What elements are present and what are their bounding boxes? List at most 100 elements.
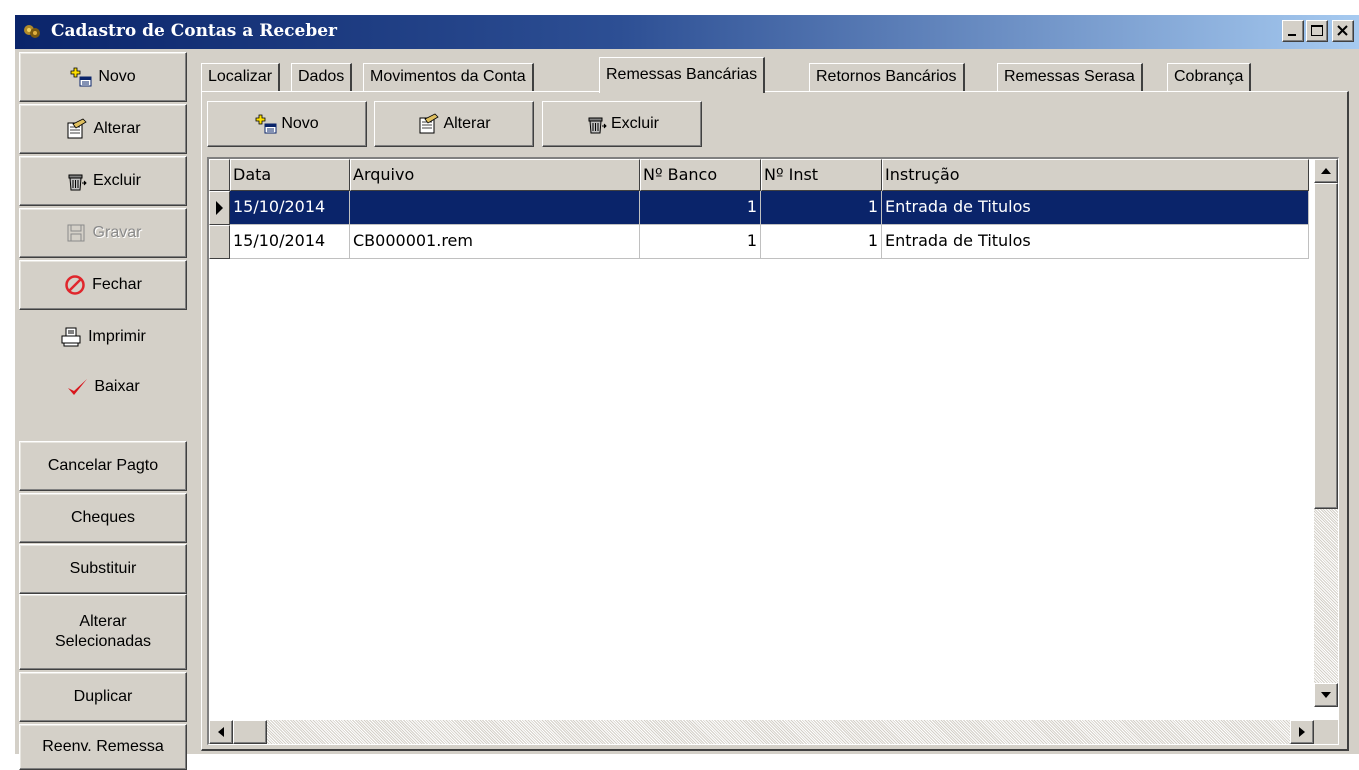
window-title: Cadastro de Contas a Receber <box>51 21 337 41</box>
cell-arquivo[interactable]: CB000001.rem <box>350 225 640 259</box>
tab-remessas-bancarias[interactable]: Remessas Bancárias <box>599 57 766 93</box>
alterar-selecionadas-label: Alterar Selecionadas <box>54 613 152 650</box>
cell-inst[interactable]: 1 <box>761 191 882 225</box>
cell-data[interactable]: 15/10/2014 <box>230 225 350 259</box>
fechar-label: Fechar <box>92 276 142 293</box>
remessas-panel: Novo Alterar Excluir Data Arquivo Nº Ban… <box>201 91 1349 751</box>
tab-cobranca[interactable]: Cobrança <box>1167 63 1252 91</box>
reenv-remessa-label: Reenv. Remessa <box>42 738 164 755</box>
toolbar-excluir-label: Excluir <box>610 115 659 132</box>
remessas-grid: Data Arquivo Nº Banco Nº Inst Instrução … <box>207 157 1339 745</box>
excluir-label: Excluir <box>92 172 141 189</box>
close-icon <box>1337 25 1348 36</box>
scroll-left-button[interactable] <box>209 720 233 744</box>
header-arquivo[interactable]: Arquivo <box>350 159 640 191</box>
alterar-selecionadas-button[interactable]: Alterar Selecionadas <box>19 594 187 670</box>
reenv-remessa-button[interactable]: Reenv. Remessa <box>19 724 187 770</box>
save-icon <box>67 224 85 242</box>
horizontal-scroll-thumb[interactable] <box>233 720 267 744</box>
scroll-up-button[interactable] <box>1314 159 1338 183</box>
arrow-left-icon <box>218 727 224 737</box>
horizontal-scrollbar[interactable] <box>209 720 1314 744</box>
toolbar-alterar-button[interactable]: Alterar <box>374 101 534 147</box>
scroll-corner <box>1314 720 1338 744</box>
current-row-arrow-icon <box>216 201 223 215</box>
novo-label: Novo <box>98 68 136 85</box>
tab-label: Retornos Bancários <box>816 68 957 85</box>
maximize-icon <box>1311 25 1323 36</box>
substituir-button[interactable]: Substituir <box>19 544 187 594</box>
toolbar-excluir-button[interactable]: Excluir <box>542 101 702 147</box>
alterar-label: Alterar <box>93 120 141 137</box>
maximize-button[interactable] <box>1306 20 1328 42</box>
novo-button[interactable]: Novo <box>19 52 187 102</box>
cell-instrucao[interactable]: Entrada de Titulos <box>882 191 1309 225</box>
scroll-down-button[interactable] <box>1314 683 1338 707</box>
app-icon <box>24 25 40 38</box>
imprimir-label: Imprimir <box>88 328 146 345</box>
cell-banco[interactable]: 1 <box>640 225 761 259</box>
title-bar[interactable]: Cadastro de Contas a Receber <box>15 15 1359 49</box>
header-inst[interactable]: Nº Inst <box>761 159 882 191</box>
cell-arquivo[interactable] <box>350 191 640 225</box>
header-data[interactable]: Data <box>230 159 350 191</box>
edit-doc-icon <box>419 113 440 134</box>
fechar-button[interactable]: Fechar <box>19 260 187 310</box>
vertical-scroll-track[interactable] <box>1314 183 1338 683</box>
new-doc-icon <box>70 67 92 87</box>
row-indicator <box>209 191 230 225</box>
duplicar-label: Duplicar <box>73 688 133 705</box>
cancelar-pagto-label: Cancelar Pagto <box>47 457 159 474</box>
new-doc-icon <box>255 114 277 134</box>
cell-banco[interactable]: 1 <box>640 191 761 225</box>
trash-icon <box>68 174 87 191</box>
action-sidebar: Novo Alterar Excluir Gravar Fechar Impri… <box>15 52 190 770</box>
vertical-scrollbar[interactable] <box>1314 159 1338 707</box>
minimize-button[interactable] <box>1282 20 1304 42</box>
header-instrucao[interactable]: Instrução <box>882 159 1309 191</box>
tab-label: Dados <box>298 68 345 85</box>
gravar-label: Gravar <box>92 224 142 241</box>
no-entry-icon <box>65 275 85 295</box>
printer-icon <box>61 327 81 347</box>
edit-doc-icon <box>67 118 88 139</box>
vertical-scroll-thumb[interactable] <box>1314 183 1338 509</box>
gravar-button[interactable]: Gravar <box>19 208 187 258</box>
horizontal-scroll-track[interactable] <box>233 720 1290 744</box>
duplicar-button[interactable]: Duplicar <box>19 672 187 722</box>
minimize-icon <box>1288 34 1296 36</box>
close-button[interactable] <box>1332 20 1354 42</box>
toolbar-novo-label: Novo <box>281 115 319 132</box>
tab-retornos-bancarios[interactable]: Retornos Bancários <box>809 63 965 91</box>
trash-icon <box>588 117 607 134</box>
tab-localizar[interactable]: Localizar <box>201 63 281 91</box>
excluir-button[interactable]: Excluir <box>19 156 187 206</box>
imprimir-button[interactable]: Imprimir <box>19 312 187 362</box>
cell-inst[interactable]: 1 <box>761 225 882 259</box>
tab-label: Cobrança <box>1174 68 1244 85</box>
tab-dados[interactable]: Dados <box>291 63 353 91</box>
toolbar-novo-button[interactable]: Novo <box>207 101 367 147</box>
checkmark-icon <box>68 379 88 395</box>
baixar-label: Baixar <box>94 378 140 395</box>
baixar-button[interactable]: Baixar <box>19 362 187 412</box>
table-row[interactable]: 15/10/2014 1 1 Entrada de Titulos <box>209 191 1309 225</box>
row-indicator <box>209 225 230 259</box>
scroll-right-button[interactable] <box>1290 720 1314 744</box>
arrow-down-icon <box>1321 692 1331 698</box>
cell-instrucao[interactable]: Entrada de Titulos <box>882 225 1309 259</box>
header-banco[interactable]: Nº Banco <box>640 159 761 191</box>
cheques-button[interactable]: Cheques <box>19 493 187 543</box>
alterar-button[interactable]: Alterar <box>19 104 187 154</box>
cell-data[interactable]: 15/10/2014 <box>230 191 350 225</box>
tab-movimentos-da-conta[interactable]: Movimentos da Conta <box>363 63 534 91</box>
substituir-label: Substituir <box>69 560 137 577</box>
tab-label: Remessas Serasa <box>1004 68 1135 85</box>
tab-label: Movimentos da Conta <box>370 68 526 85</box>
arrow-up-icon <box>1321 168 1331 174</box>
arrow-right-icon <box>1299 727 1305 737</box>
tab-remessas-serasa[interactable]: Remessas Serasa <box>997 63 1143 91</box>
table-row[interactable]: 15/10/2014 CB000001.rem 1 1 Entrada de T… <box>209 225 1309 259</box>
cancelar-pagto-button[interactable]: Cancelar Pagto <box>19 441 187 491</box>
tab-strip: Localizar Dados Movimentos da Conta Reme… <box>201 57 1321 93</box>
